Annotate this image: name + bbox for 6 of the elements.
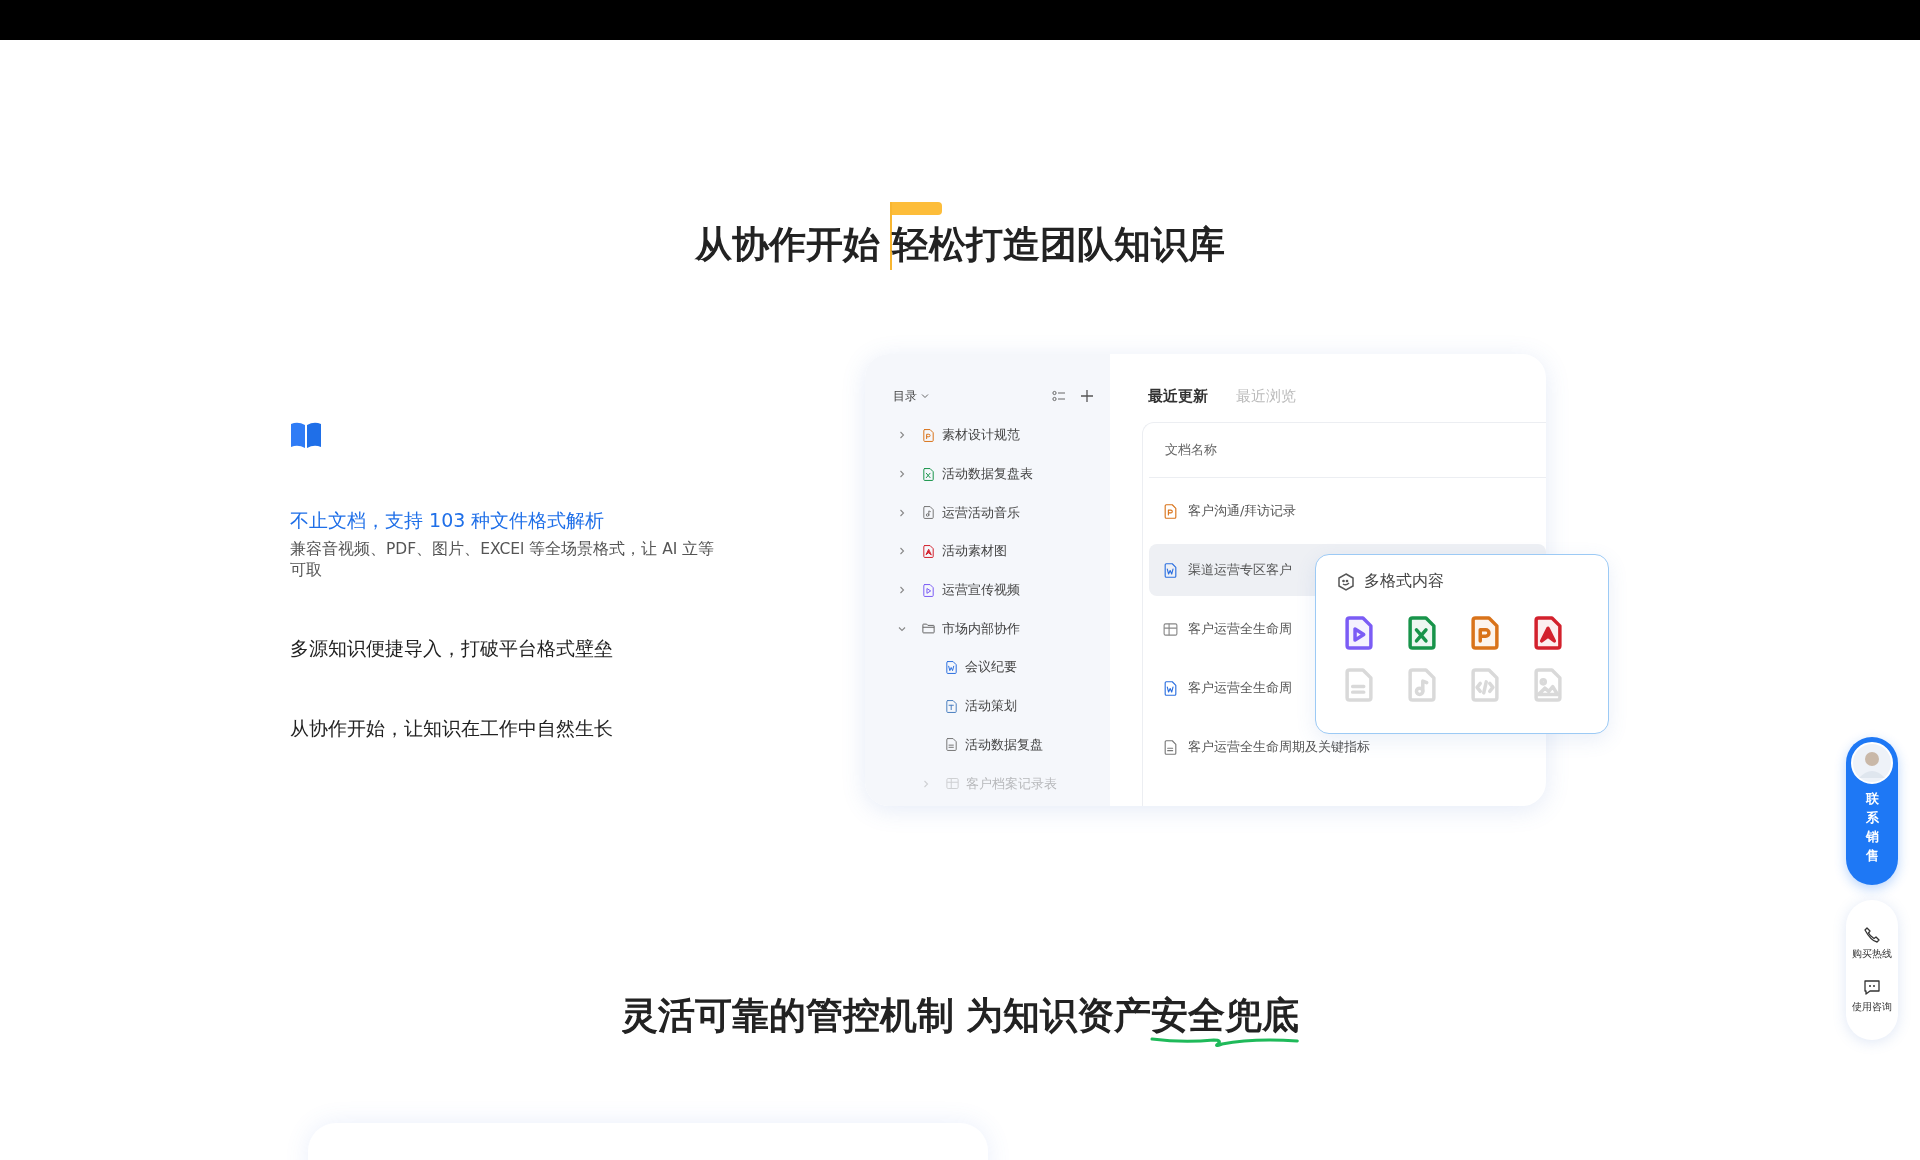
column-header: 文档名称: [1149, 423, 1546, 478]
feature-description: 兼容音视频、PDF、图片、EXCEl 等全场景格式，让 AI 立等可取: [290, 539, 715, 581]
popup-title: 多格式内容: [1364, 571, 1444, 592]
section-title: 从协作开始: [695, 222, 880, 268]
section-title: 灵活可靠的管控机制 为知识资产安全兜底: [620, 993, 1300, 1039]
section-title: 轻松打造团队知识库: [892, 222, 1225, 268]
